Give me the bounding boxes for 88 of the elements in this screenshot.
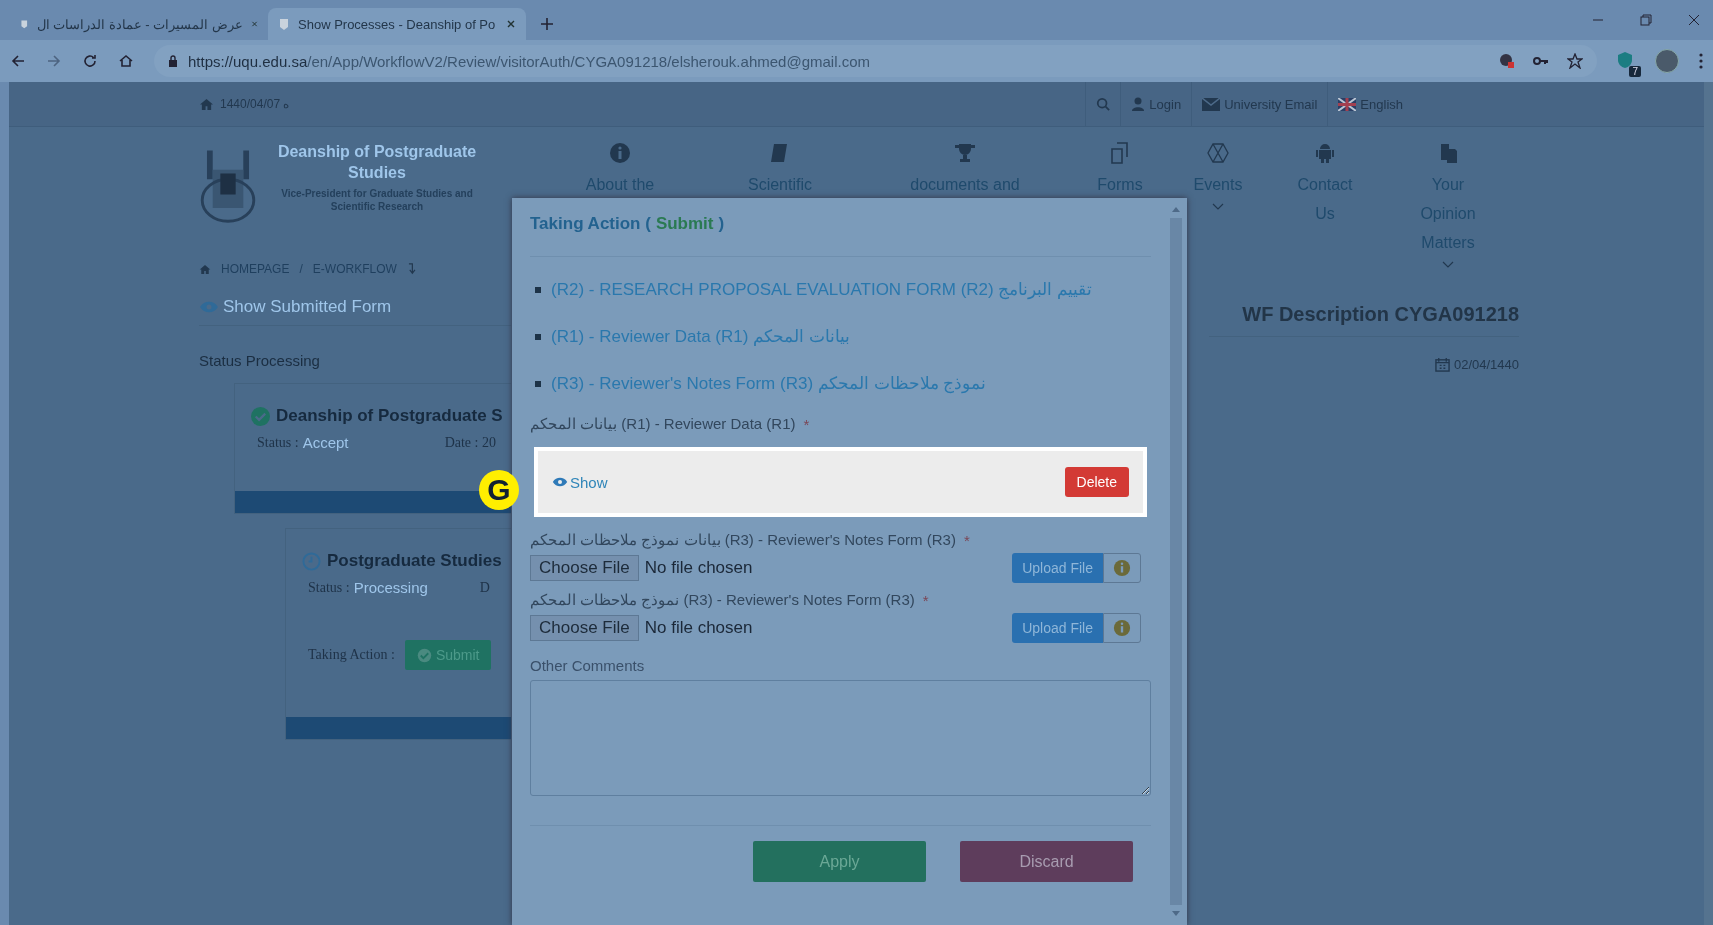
- comments-label: Other Comments: [530, 657, 646, 674]
- field-label: بيانات المحكم (R1) - Reviewer Data (R1): [530, 415, 796, 433]
- discard-button[interactable]: Discard: [960, 841, 1133, 882]
- forward-icon[interactable]: [46, 53, 62, 69]
- info-button[interactable]: [1103, 613, 1141, 643]
- wf-description-title: WF Description CYGA091218: [1209, 303, 1519, 337]
- modal-title-paren: ): [718, 214, 725, 234]
- url-host[interactable]: https://uqu.edu.sa: [188, 52, 308, 70]
- user-icon: [1131, 97, 1146, 111]
- action-name: Submit: [655, 214, 714, 234]
- form-link[interactable]: (R3) - Reviewer's Notes Form (R3) نموذج ملاحظات المحكم: [551, 373, 987, 394]
- info-icon: [1113, 559, 1131, 577]
- menu-icon[interactable]: [1699, 53, 1703, 69]
- show-submitted-form-link[interactable]: Show Submitted Form: [223, 297, 392, 317]
- action-label: Taking Action :: [308, 647, 395, 663]
- envelope-icon: [1202, 97, 1221, 111]
- choose-file-button[interactable]: Choose File: [530, 615, 639, 641]
- status-value: Accept: [302, 434, 350, 451]
- field-label: نموذج ملاحظات المحكم (R3) - Reviewer's Notes Form (R3): [530, 591, 915, 609]
- wf-date: 02/04/1440: [1453, 357, 1519, 372]
- status-label: Status :: [308, 579, 350, 596]
- choose-file-button[interactable]: Choose File: [530, 555, 639, 581]
- close-icon[interactable]: [506, 19, 516, 29]
- crest-icon: [278, 17, 290, 31]
- form-link[interactable]: (R2) - RESEARCH PROPOSAL EVALUATION FORM (R2) تقييم البرنامج: [551, 279, 1093, 300]
- upload-file-button[interactable]: Upload File: [1012, 613, 1103, 643]
- required-mark: *: [803, 415, 810, 433]
- list-bullet: [535, 380, 541, 387]
- crest-icon: [20, 17, 29, 31]
- reload-icon[interactable]: [82, 53, 98, 69]
- modal-title: Taking Action (: [530, 214, 651, 234]
- site-title[interactable]: Deanship of Postgraduate Studies: [267, 141, 487, 183]
- field-label: بيانات نموذج ملاحظات المحكم (R3) - Reviewer's Notes Form (R3): [530, 531, 956, 549]
- calendar-icon: [1434, 357, 1450, 372]
- flag-icon: [1338, 97, 1357, 111]
- info-icon: [1113, 619, 1131, 637]
- browser-tab[interactable]: عرض المسيرات - عمادة الدراسات ال: [10, 8, 268, 40]
- info-button[interactable]: [1103, 553, 1141, 583]
- file-status: No file chosen: [644, 618, 753, 638]
- step-date: Date : 20: [444, 434, 496, 451]
- step-title: Postgraduate Studies: [327, 551, 502, 571]
- android-icon: [1313, 141, 1337, 165]
- required-mark: *: [963, 531, 970, 549]
- star-icon[interactable]: [1567, 53, 1583, 69]
- scroll-up-icon[interactable]: [1172, 206, 1180, 212]
- breadcrumb-separator: /: [299, 262, 303, 276]
- search-icon[interactable]: [1096, 97, 1111, 111]
- check-circle-icon: [251, 406, 270, 426]
- scroll-down-icon[interactable]: [1172, 911, 1180, 917]
- check-circle-icon: [416, 647, 432, 663]
- translate-icon[interactable]: [1499, 53, 1515, 69]
- form-link[interactable]: (R1) - Reviewer Data (R1) بيانات المحكم: [551, 326, 850, 347]
- eye-icon: [199, 301, 219, 313]
- step-title: Deanship of Postgraduate S: [276, 406, 503, 426]
- status-heading: Status Processing: [199, 352, 321, 369]
- list-bullet: [535, 286, 541, 293]
- comments-field[interactable]: [530, 680, 1151, 796]
- step-date: D: [479, 579, 490, 596]
- back-icon[interactable]: [10, 53, 26, 69]
- home-icon[interactable]: [118, 53, 134, 69]
- caret-icon[interactable]: [1442, 261, 1454, 269]
- restore-icon[interactable]: [1639, 13, 1653, 27]
- hexagon-icon: [1206, 141, 1230, 165]
- list-bullet: [535, 333, 541, 340]
- clock-icon: [302, 551, 321, 571]
- turn-arrow-icon: [406, 263, 416, 275]
- browser-tab[interactable]: Show Processes - Deanship of Po: [268, 8, 526, 40]
- caret-icon[interactable]: [1212, 203, 1224, 211]
- delete-button[interactable]: Delete: [1064, 467, 1129, 497]
- status-label: Status :: [257, 434, 299, 451]
- shield-icon[interactable]: [1617, 51, 1633, 69]
- url-path[interactable]: /en/App/WorkflowV2/Review/visitorAuth/CYGA091218/elsherouk.ahmed@gmail.com: [307, 52, 870, 70]
- show-link[interactable]: Show: [552, 473, 608, 491]
- info-icon: [608, 141, 632, 165]
- status-value: Processing: [353, 579, 429, 596]
- close-icon[interactable]: [250, 19, 258, 29]
- avatar[interactable]: [1655, 49, 1679, 73]
- eye-icon: [552, 477, 568, 487]
- trophy-icon: [953, 141, 977, 165]
- new-tab-icon[interactable]: [540, 17, 554, 31]
- lock-icon: [168, 55, 178, 67]
- file-status: No file chosen: [644, 558, 753, 578]
- extension-badge: 7: [1629, 66, 1641, 77]
- page-scrollbar[interactable]: [1704, 82, 1713, 925]
- close-icon[interactable]: [1687, 13, 1701, 27]
- required-mark: *: [922, 591, 929, 609]
- upload-file-button[interactable]: Upload File: [1012, 553, 1103, 583]
- apply-button[interactable]: Apply: [753, 841, 926, 882]
